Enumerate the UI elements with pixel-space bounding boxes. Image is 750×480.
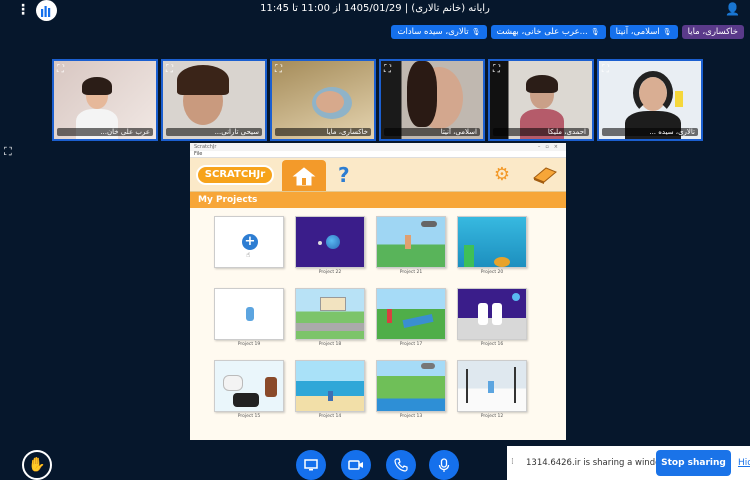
hand-cursor-icon: ☝ (246, 251, 251, 259)
phone-icon (394, 458, 408, 472)
home-icon (282, 160, 326, 191)
shared-window-title: ScratchJr (194, 144, 217, 150)
audio-toggle-button[interactable] (386, 450, 416, 480)
microphone-icon (438, 457, 450, 472)
project-label: Project 19 (237, 342, 261, 347)
scratchjr-header: SCRATCHJr ? ⚙ (190, 158, 566, 192)
file-menu: File (194, 151, 203, 157)
new-project-tile: + ☝ (214, 216, 284, 276)
project-tile: Project 22 (295, 216, 365, 276)
microphone-icon: 🎙 (590, 28, 600, 36)
webcam-name: عرب علی خان... (57, 128, 153, 136)
project-label: Project 13 (399, 414, 423, 419)
video-camera-icon (348, 460, 363, 470)
window-controls-icon: –▫× (537, 144, 563, 150)
fullscreen-icon[interactable]: ⛶ (493, 64, 500, 75)
sharing-notification: ⁞ 1314.6426.ir is sharing a window. Stop… (507, 446, 750, 480)
scratchjr-logo: SCRATCHJr (196, 165, 274, 185)
webcam-strip: ⛶ عرب علی خان... ⛶ سیحی تارانی... ⛶ خاکس… (52, 59, 703, 141)
microphone-icon: 🎙 (662, 28, 672, 36)
project-tile: Project 19 (214, 288, 284, 348)
talker-name: خاکساری، مایا (687, 27, 738, 37)
my-projects-bar: My Projects (190, 192, 566, 208)
sharing-notice-text: 1314.6426.ir is sharing a window. (526, 458, 670, 468)
stop-sharing-button[interactable]: Stop sharing (656, 450, 731, 476)
camera-toggle-button[interactable] (341, 450, 371, 480)
talker-name: عرب علی خانی، بهشت... (496, 27, 588, 37)
book-icon (532, 164, 558, 184)
webcam-name: سیحی تارانی... (166, 128, 262, 136)
hide-link[interactable]: Hide (738, 458, 750, 468)
project-tile: Project 13 (376, 360, 446, 420)
projects-grid: + ☝ Project 22 Project 21 Project 20 Pro… (190, 216, 566, 420)
project-label: Project 15 (237, 414, 261, 419)
project-tile: Project 12 (457, 360, 527, 420)
webcam-tile[interactable]: ⛶ احمدی، ملیکا (488, 59, 594, 141)
project-label: Project 14 (318, 414, 342, 419)
project-label: Project 18 (318, 342, 342, 347)
project-label: Project 12 (480, 414, 504, 419)
microphone-toggle-button[interactable] (429, 450, 459, 480)
fullscreen-icon[interactable]: ⛶ (4, 145, 12, 159)
monitor-icon (304, 459, 318, 471)
project-label: Project 21 (399, 270, 423, 275)
project-tile: Project 16 (457, 288, 527, 348)
webcam-tile[interactable]: ⛶ عرب علی خان... (52, 59, 158, 141)
gear-icon: ⚙ (493, 164, 510, 185)
project-label: Project 16 (480, 342, 504, 347)
fullscreen-icon[interactable]: ⛶ (384, 64, 391, 75)
project-label: Project 17 (399, 342, 423, 347)
help-icon: ? (338, 163, 350, 187)
talker-name: تالاری، سیده سادات (397, 27, 469, 37)
talker-chip[interactable]: اسلامی، آنیتا 🎙 (609, 25, 678, 39)
project-label: Project 20 (480, 270, 504, 275)
project-tile: Project 14 (295, 360, 365, 420)
microphone-icon: 🎙 (471, 28, 481, 36)
webcam-tile[interactable]: ⛶ اسلامی، آنیتا (379, 59, 485, 141)
webcam-name: احمدی، ملیکا (493, 128, 589, 136)
project-tile: Project 18 (295, 288, 365, 348)
fullscreen-icon[interactable]: ⛶ (275, 64, 282, 75)
project-label: Project 22 (318, 270, 342, 275)
shared-window-titlebar: ScratchJr –▫× (190, 143, 566, 151)
webcam-tile[interactable]: ⛶ تالاری، سیده ... (597, 59, 703, 141)
webcam-name: تالاری، سیده ... (602, 128, 698, 136)
plus-icon: + (242, 234, 258, 250)
shared-window-menubar: File (190, 151, 566, 158)
user-account-icon[interactable]: 👤 (725, 2, 740, 16)
talker-chip[interactable]: عرب علی خانی، بهشت... 🎙 (490, 25, 606, 39)
hand-icon: ✋ (28, 457, 46, 473)
webcam-tile[interactable]: ⛶ خاکساری، مایا (270, 59, 376, 141)
fullscreen-icon[interactable]: ⛶ (57, 64, 64, 75)
project-label (214, 270, 284, 276)
webcam-name: اسلامی، آنیتا (384, 128, 480, 136)
project-tile: Project 17 (376, 288, 446, 348)
drag-handle-icon[interactable]: ⁞ (511, 457, 514, 467)
screenshare-toggle-button[interactable] (296, 450, 326, 480)
talker-chip[interactable]: تالاری، سیده سادات 🎙 (391, 25, 487, 39)
talker-name: اسلامی، آنیتا (615, 27, 660, 37)
project-tile: Project 15 (214, 360, 284, 420)
raise-hand-button[interactable]: ✋ (22, 450, 52, 480)
fullscreen-icon[interactable]: ⛶ (166, 64, 173, 75)
project-tile: Project 20 (457, 216, 527, 276)
webcam-name: خاکساری، مایا (275, 128, 371, 136)
screenshare-view: ScratchJr –▫× File SCRATCHJr ? ⚙ My Proj… (190, 143, 566, 440)
talker-chip[interactable]: خاکساری، مایا (681, 25, 744, 39)
talking-indicators: تالاری، سیده سادات 🎙 عرب علی خانی، بهشت..… (314, 25, 744, 39)
webcam-tile[interactable]: ⛶ سیحی تارانی... (161, 59, 267, 141)
meeting-title: رایانه (خانم تالاری) | 1405/01/29 از 11:… (260, 3, 490, 14)
project-tile: Project 21 (376, 216, 446, 276)
top-bar: ⋮ رایانه (خانم تالاری) | 1405/01/29 از 1… (0, 0, 750, 22)
fullscreen-icon[interactable]: ⛶ (602, 64, 609, 75)
